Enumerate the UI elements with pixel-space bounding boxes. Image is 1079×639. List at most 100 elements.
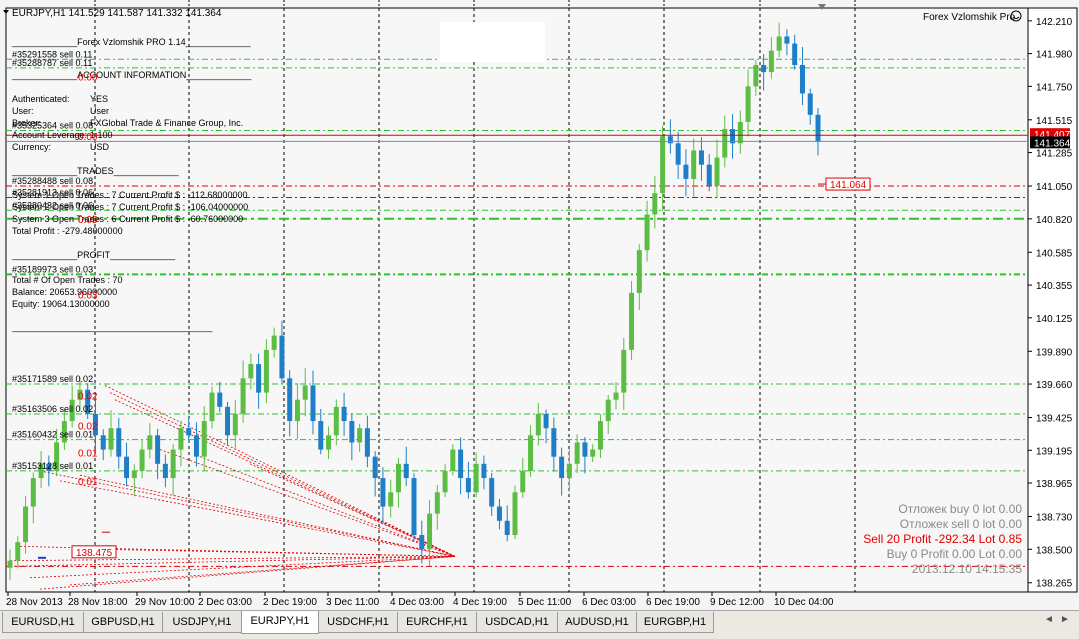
tab-audusd-h1[interactable]: AUDUSD,H1 — [557, 612, 637, 633]
candle-19 — [155, 435, 161, 464]
candle-53 — [419, 535, 425, 550]
user-value: User — [90, 106, 109, 116]
candle-99 — [776, 36, 782, 51]
candle-33 — [263, 349, 269, 393]
candle-39 — [310, 385, 316, 422]
profit-header: _____________PROFIT_____________ — [11, 250, 176, 260]
candle-63 — [496, 506, 502, 521]
candle-88 — [691, 150, 697, 179]
order-label-8: #35163506 sell 0.02 — [12, 404, 93, 414]
candle-89 — [698, 150, 704, 165]
tab-usdchf-h1[interactable]: USDCHF,H1 — [318, 612, 398, 633]
candle-42 — [333, 406, 339, 436]
candle-71 — [559, 456, 565, 479]
candle-94 — [737, 121, 743, 144]
tab-usdcad-h1[interactable]: USDCAD,H1 — [476, 612, 558, 633]
bid-tag-label: 141.364 — [1034, 138, 1071, 149]
candle-102 — [799, 64, 805, 94]
x-tick-label-12: 10 Dec 04:00 — [774, 597, 834, 608]
x-tick-label-8: 5 Dec 11:00 — [518, 597, 572, 608]
candle-43 — [341, 406, 347, 422]
candle-36 — [287, 378, 293, 422]
candle-67 — [528, 435, 534, 471]
candle-44 — [349, 421, 355, 443]
candle-2 — [23, 506, 29, 543]
order-profit-2: 0.05 — [78, 215, 98, 226]
candle-14 — [116, 428, 122, 457]
candle-91 — [714, 157, 720, 187]
candle-87 — [683, 164, 689, 179]
currency-label: Currency: — [12, 142, 51, 152]
y-tick-label-16: 138.500 — [1036, 545, 1073, 556]
candle-84 — [660, 136, 666, 194]
candle-66 — [520, 470, 526, 493]
tab-eurusd-h1[interactable]: EURUSD,H1 — [2, 612, 84, 633]
tab-eurchf-h1[interactable]: EURCHF,H1 — [397, 612, 477, 633]
tab-eurgbp-h1[interactable]: EURGBP,H1 — [636, 612, 714, 633]
terminal-window: 142.210 141.980 141.750 141.515 141.285 141.0… — [0, 0, 1079, 639]
candle-3 — [30, 478, 36, 507]
y-tick-label-7: 140.585 — [1036, 248, 1073, 259]
candle-17 — [139, 449, 145, 471]
candle-65 — [512, 492, 518, 536]
total-open: Total # Of Open Trades : 70 — [12, 275, 123, 285]
level-label: 141.064 — [830, 180, 867, 191]
order-profit-4: 0.02 — [78, 391, 98, 402]
x-tick-label-4: 2 Dec 19:00 — [263, 597, 317, 608]
order-label-6: #35189973 sell 0.03 — [12, 264, 93, 274]
order-profit-7: 0.01 — [78, 477, 98, 488]
order-label-1: #35288787 sell 0.11 — [12, 58, 92, 68]
candle-27 — [217, 392, 223, 407]
candle-80 — [629, 292, 635, 350]
auth-label: Authenticated: — [12, 94, 70, 104]
candle-48 — [380, 478, 386, 507]
info-sell-summary: Sell 20 Profit -292.34 Lot 0.85 — [863, 532, 1022, 546]
candle-26 — [209, 392, 215, 422]
x-tick-label-10: 6 Dec 19:00 — [646, 597, 700, 608]
y-tick-label-3: 141.515 — [1036, 116, 1073, 127]
candle-38 — [302, 385, 308, 400]
y-tick-label-2: 141.750 — [1036, 82, 1073, 93]
x-tick-label-7: 4 Dec 19:00 — [453, 597, 507, 608]
candle-95 — [745, 86, 751, 122]
info-timestamp: 2013.12.10 14:15:35 — [912, 562, 1022, 576]
price-chart[interactable]: 142.210 141.980 141.750 141.515 141.285 141.0… — [0, 0, 1079, 610]
candle-82 — [644, 214, 650, 251]
candle-75 — [590, 449, 596, 457]
candle-103 — [807, 93, 813, 115]
currency-value: USD — [90, 142, 110, 152]
tab-gbpusd-h1[interactable]: GBPUSD,H1 — [83, 612, 163, 633]
candle-56 — [442, 470, 448, 493]
candle-31 — [248, 364, 254, 379]
order-profit-6: 0.01 — [78, 448, 98, 459]
x-tick-label-6: 4 Dec 03:00 — [390, 597, 444, 608]
candle-55 — [434, 492, 440, 514]
x-tick-label-0: 28 Nov 2013 — [6, 597, 63, 608]
user-label: User: — [12, 106, 34, 116]
candle-46 — [364, 428, 370, 457]
y-tick-label-0: 142.210 — [1036, 17, 1073, 28]
candle-97 — [761, 64, 767, 73]
tab-usdjpy-h1[interactable]: USDJPY,H1 — [162, 612, 242, 633]
order-label-10: #35153128 sell 0.01 — [12, 461, 93, 471]
candle-68 — [535, 413, 541, 436]
candle-34 — [271, 335, 277, 350]
y-tick-label-14: 138.965 — [1036, 479, 1073, 490]
order-label-7: #35171589 sell 0.02 — [12, 374, 93, 384]
trades-header: _____________TRADES_____________ — [11, 166, 180, 176]
tab-scroll-right-icon[interactable]: ► — [1060, 614, 1070, 625]
candle-32 — [256, 364, 262, 393]
candle-79 — [621, 349, 627, 393]
tab-scroll-left-icon[interactable]: ◄ — [1044, 614, 1054, 625]
candle-90 — [706, 164, 712, 187]
order-profit-1: 0.00 — [78, 132, 98, 143]
candle-40 — [318, 421, 324, 450]
tab-eurjpy-h1[interactable]: EURJPY,H1 — [241, 611, 319, 634]
candle-78 — [613, 392, 619, 400]
candle-70 — [551, 428, 557, 457]
total-profit: Total Profit : -279.48000000 — [12, 226, 123, 236]
low-level-label: 138.475 — [76, 548, 113, 559]
candle-72 — [566, 463, 572, 479]
candle-74 — [582, 442, 588, 457]
candle-25 — [201, 421, 207, 457]
